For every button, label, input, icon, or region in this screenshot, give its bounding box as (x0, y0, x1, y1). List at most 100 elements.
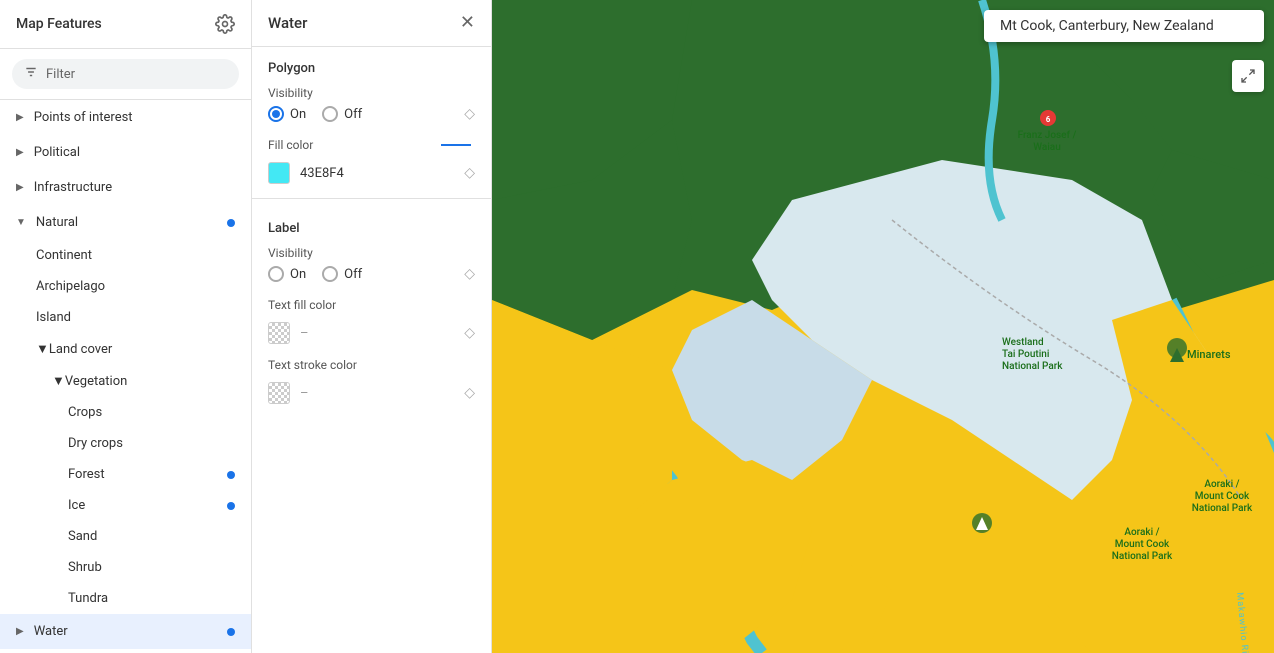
sidebar-item-points-of-interest[interactable]: ▶ Points of interest (0, 100, 251, 135)
fill-color-row: 43E8F4 ◇ (252, 156, 491, 190)
chevron-down-icon: ▼ (52, 373, 65, 389)
sidebar-item-ice[interactable]: Ice (0, 490, 251, 521)
fill-color-line (441, 144, 471, 146)
sidebar-item-shrub[interactable]: Shrub (0, 552, 251, 583)
sidebar-item-political[interactable]: ▶ Political (0, 135, 251, 170)
polygon-visibility-on[interactable]: On (268, 106, 306, 122)
visibility-label-polygon: Visibility (252, 82, 491, 102)
sidebar-item-label: Infrastructure (34, 180, 112, 195)
sidebar-item-archipelago[interactable]: Archipelago (0, 271, 251, 302)
chevron-right-icon: ▶ (16, 112, 24, 123)
sidebar-item-label: Dry crops (68, 436, 123, 451)
sidebar-item-label: Water (34, 624, 68, 639)
sidebar-item-label: Island (36, 310, 71, 325)
left-panel-title: Map Features (16, 16, 102, 32)
polygon-section-label: Polygon (252, 47, 491, 82)
svg-text:Aoraki /: Aoraki / (1124, 527, 1159, 538)
map-svg: 6 Franz Josef / Waiau Minarets Mount D'A… (492, 0, 1274, 653)
checkerboard-stroke-swatch[interactable] (268, 382, 290, 404)
sidebar-item-label: Archipelago (36, 279, 105, 294)
filter-bar: Filter (0, 49, 251, 100)
sidebar-item-infrastructure[interactable]: ▶ Infrastructure (0, 170, 251, 205)
sidebar-item-label: Political (34, 145, 80, 160)
sidebar-item-label: Ice (68, 498, 85, 513)
svg-text:Mount Cook: Mount Cook (1115, 539, 1170, 550)
label-visibility-off[interactable]: Off (322, 266, 362, 282)
svg-text:Aoraki /: Aoraki / (1204, 479, 1239, 490)
sidebar-item-label: Tundra (68, 591, 108, 606)
visibility-label-label: Visibility (252, 242, 491, 262)
close-button[interactable]: ✕ (460, 14, 475, 32)
map-area: 6 Franz Josef / Waiau Minarets Mount D'A… (492, 0, 1274, 653)
diamond-icon-fill-color[interactable]: ◇ (464, 165, 475, 181)
middle-panel-title: Water (268, 14, 307, 32)
sidebar-item-sand[interactable]: Sand (0, 521, 251, 552)
radio-off-label: Off (344, 267, 362, 282)
middle-panel: Water ✕ Polygon Visibility On Off ◇ Fill… (252, 0, 492, 653)
radio-off-circle (322, 266, 338, 282)
sidebar-item-label: Natural (36, 215, 78, 230)
text-stroke-color-row: – ◇ (252, 376, 491, 410)
polygon-visibility-off[interactable]: Off (322, 106, 362, 122)
left-panel: Map Features Filter ▶ Points of interest… (0, 0, 252, 653)
text-stroke-color-label: Text stroke color (252, 350, 491, 376)
sidebar-item-label: Points of interest (34, 110, 133, 125)
map-search-text: Mt Cook, Canterbury, New Zealand (1000, 18, 1214, 34)
sidebar-item-water[interactable]: ▶ Water (0, 614, 251, 649)
map-expand-button[interactable] (1232, 60, 1264, 92)
svg-text:National Park: National Park (1002, 361, 1063, 372)
sidebar-item-island[interactable]: Island (0, 302, 251, 333)
sidebar-item-continent[interactable]: Continent (0, 240, 251, 271)
forest-dot (227, 471, 235, 479)
radio-on-label: On (290, 267, 306, 282)
radio-on-circle (268, 266, 284, 282)
sidebar-item-forest[interactable]: Forest (0, 459, 251, 490)
svg-text:Franz Josef /: Franz Josef / (1018, 130, 1077, 141)
sidebar-item-land-cover[interactable]: ▼ Land cover (0, 333, 251, 365)
text-stroke-color-value: – (300, 386, 309, 401)
middle-header: Water ✕ (252, 0, 491, 47)
diamond-icon-polygon-vis[interactable]: ◇ (464, 106, 475, 122)
map-search-bar[interactable]: Mt Cook, Canterbury, New Zealand (984, 10, 1264, 42)
chevron-right-icon: ▶ (16, 147, 24, 158)
ice-dot (227, 502, 235, 510)
svg-text:Minarets: Minarets (1187, 348, 1231, 361)
diamond-icon-text-fill[interactable]: ◇ (464, 325, 475, 341)
expand-icon (1240, 68, 1256, 84)
sidebar-item-label: Sand (68, 529, 97, 544)
chevron-right-icon: ▶ (16, 182, 24, 193)
text-fill-color-row: – ◇ (252, 316, 491, 350)
svg-text:Tai Poutini: Tai Poutini (1002, 349, 1049, 360)
svg-text:National Park: National Park (1112, 551, 1173, 562)
svg-text:6: 6 (1046, 115, 1051, 124)
chevron-down-icon: ▼ (36, 341, 49, 357)
natural-dot (227, 219, 235, 227)
sidebar-item-tundra[interactable]: Tundra (0, 583, 251, 614)
sidebar-item-label: Vegetation (65, 374, 127, 389)
svg-text:Mount Cook: Mount Cook (1195, 491, 1250, 502)
sidebar-item-vegetation[interactable]: ▼ Vegetation (0, 365, 251, 397)
filter-input[interactable]: Filter (12, 59, 239, 89)
label-visibility-on[interactable]: On (268, 266, 306, 282)
sidebar-item-label: Crops (68, 405, 102, 420)
gear-icon[interactable] (215, 14, 235, 34)
diamond-icon-label-vis[interactable]: ◇ (464, 266, 475, 282)
text-fill-color-label: Text fill color (252, 290, 491, 316)
section-divider (252, 198, 491, 199)
diamond-icon-text-stroke[interactable]: ◇ (464, 385, 475, 401)
svg-text:Westland: Westland (1002, 337, 1044, 348)
label-visibility-group: On Off ◇ (252, 262, 491, 290)
sidebar-item-dry-crops[interactable]: Dry crops (0, 428, 251, 459)
sidebar-item-natural[interactable]: ▼ Natural (0, 205, 251, 240)
fill-color-hex: 43E8F4 (300, 166, 454, 181)
filter-label: Filter (46, 67, 75, 82)
sidebar-item-crops[interactable]: Crops (0, 397, 251, 428)
checkerboard-swatch[interactable] (268, 322, 290, 344)
filter-icon (24, 65, 38, 83)
radio-on-circle (268, 106, 284, 122)
sidebar-item-background[interactable]: ▶ Background (0, 649, 251, 653)
sidebar-item-label: Continent (36, 248, 92, 263)
sidebar-item-label: Land cover (49, 342, 112, 357)
fill-color-swatch[interactable] (268, 162, 290, 184)
svg-text:National Park: National Park (1192, 503, 1253, 514)
